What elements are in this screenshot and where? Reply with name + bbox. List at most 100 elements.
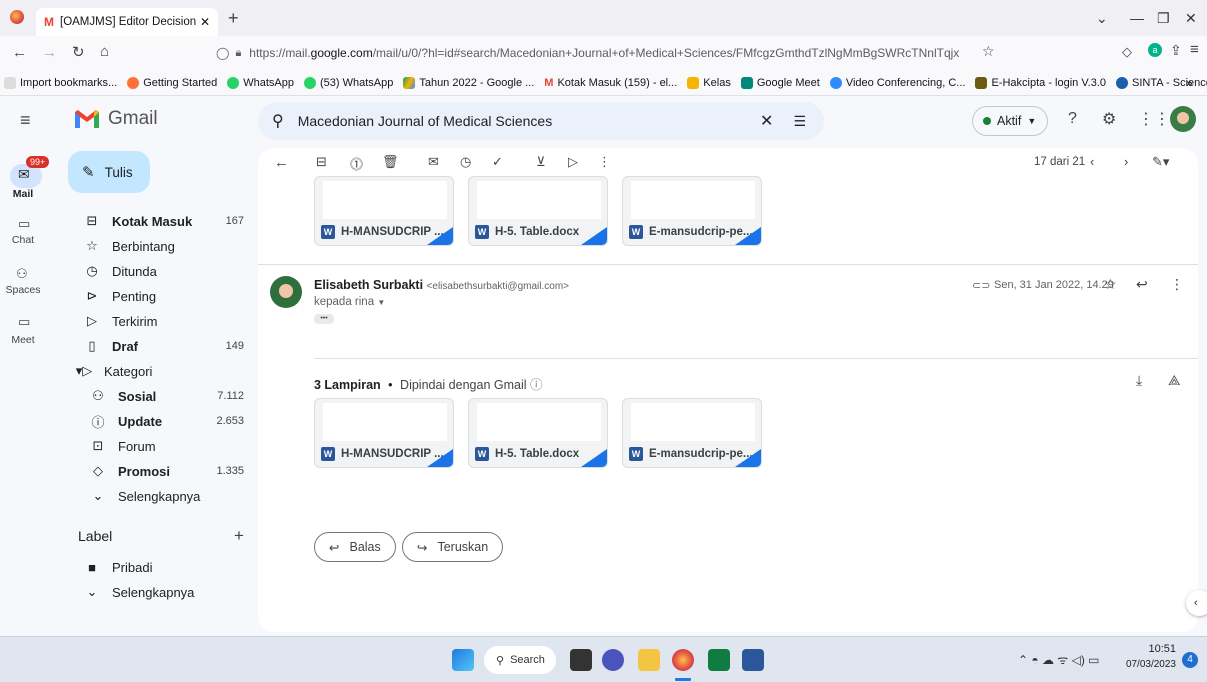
task-view-icon[interactable]	[570, 649, 592, 671]
sender-name[interactable]: Elisabeth Surbakti	[314, 278, 423, 292]
clear-search-icon[interactable]: ✕	[760, 111, 773, 131]
compose-button[interactable]: ✎ Tulis	[68, 151, 150, 193]
more-bookmarks-icon[interactable]: »	[1186, 76, 1193, 90]
input-tools-icon[interactable]: ✎▾	[1152, 154, 1169, 170]
bookmark-item[interactable]: WhatsApp	[227, 76, 294, 89]
main-menu-icon[interactable]: ≡	[20, 110, 31, 131]
tab-close-icon[interactable]: ✕	[200, 15, 210, 29]
reply-button[interactable]: ↩ Balas	[314, 532, 396, 562]
word-taskbar-icon[interactable]	[742, 649, 764, 671]
recipient-line[interactable]: kepada rina ▼	[314, 296, 385, 308]
bookmark-item[interactable]: Google Meet	[740, 76, 820, 89]
attachment-card[interactable]: W E-mansudcrip-pe...	[622, 398, 762, 468]
spaces-icon[interactable]: ⚇	[16, 266, 28, 282]
bookmark-item[interactable]: SINTA - Science and T...	[1116, 76, 1207, 89]
rail-meet-label[interactable]: Meet	[0, 334, 46, 346]
newer-icon[interactable]: ›	[1124, 154, 1128, 169]
search-input[interactable]: Macedonian Journal of Medical Sciences	[298, 113, 760, 129]
browser-tab[interactable]: M [OAMJMS] Editor Decision - elis ✕	[36, 8, 218, 36]
forward-button[interactable]: ↪ Teruskan	[402, 532, 504, 562]
menu-icon[interactable]: ≡	[1190, 41, 1199, 58]
attachment-card[interactable]: W E-mansudcrip-pe...	[622, 176, 762, 246]
rail-mail-label[interactable]: Mail	[0, 188, 46, 200]
nav-sent[interactable]: ▷ Terkirim	[74, 308, 244, 334]
label-personal[interactable]: ■ Pribadi	[74, 554, 244, 580]
firefox-icon[interactable]	[10, 10, 24, 24]
nav-categories[interactable]: ▾▷ Kategori	[66, 358, 236, 384]
pocket-icon[interactable]: ◇	[1122, 44, 1132, 60]
info-icon[interactable]: ⓘ	[530, 378, 543, 392]
window-close-icon[interactable]: ✕	[1185, 10, 1197, 27]
bookmark-item[interactable]: E-Hakcipta - login V.3.0	[975, 76, 1106, 89]
apps-grid-icon[interactable]: ⋮⋮	[1138, 109, 1170, 129]
attachment-card[interactable]: W H-MANSUDCRIP ...	[314, 398, 454, 468]
back-icon[interactable]: ←	[12, 44, 27, 61]
taskbar-search[interactable]: ⚲ Search	[484, 646, 556, 674]
lock-icon[interactable]: 🔒︎	[235, 47, 241, 60]
rail-chat-label[interactable]: Chat	[0, 234, 46, 246]
archive-icon[interactable]: ⊟	[316, 154, 327, 170]
labels-more[interactable]: ⌄ Selengkapnya	[74, 579, 244, 605]
file-explorer-icon[interactable]	[638, 649, 660, 671]
share-icon[interactable]: ⇪	[1170, 42, 1182, 59]
attachment-card[interactable]: W H-MANSUDCRIP ...	[314, 176, 454, 246]
nav-updates[interactable]: ⓘ Update 2.653	[80, 408, 244, 434]
windows-start-icon[interactable]	[452, 649, 474, 671]
search-options-icon[interactable]: ☰	[793, 113, 806, 130]
show-trimmed-button[interactable]: •••	[314, 314, 334, 324]
meet-icon[interactable]: ▭	[18, 314, 30, 330]
new-tab-icon[interactable]: +	[228, 8, 239, 29]
forward-icon[interactable]: →	[42, 44, 57, 61]
download-all-icon[interactable]: ⤓	[1136, 372, 1142, 389]
nav-forums[interactable]: ⊡ Forum	[80, 433, 244, 459]
rail-spaces-label[interactable]: Spaces	[0, 284, 46, 296]
label-as-icon[interactable]: ▷	[568, 154, 578, 170]
sender-avatar[interactable]	[270, 276, 302, 308]
tab-list-icon[interactable]: ⌄	[1096, 10, 1108, 27]
help-icon[interactable]: ?	[1068, 110, 1077, 128]
bookmark-item[interactable]: Video Conferencing, C...	[829, 76, 965, 89]
address-bar[interactable]: ◯ 🔒︎ https://mail. google.com/mail/u/0/?h…	[216, 40, 1006, 66]
system-tray-icons[interactable]: ⌃ ◓ ☁ ᯤ ◁) ▭	[1018, 651, 1100, 668]
nav-promotions[interactable]: ◇ Promosi 1.335	[80, 458, 244, 484]
home-icon[interactable]: ⌂	[100, 43, 109, 60]
minimize-icon[interactable]: —	[1130, 10, 1144, 26]
add-label-icon[interactable]: +	[234, 526, 244, 546]
firefox-taskbar-icon[interactable]	[672, 649, 694, 671]
excel-icon[interactable]	[708, 649, 730, 671]
attachment-card[interactable]: W H-5. Table.docx	[468, 176, 608, 246]
bookmark-item[interactable]: M Kotak Masuk (159) - el...	[544, 77, 677, 89]
clock-time[interactable]: 10:51	[1130, 643, 1176, 655]
back-to-list-icon[interactable]: ←	[274, 154, 289, 171]
bookmark-item[interactable]: Import bookmarks...	[4, 76, 117, 89]
notification-badge[interactable]: 4	[1182, 652, 1198, 668]
star-message-icon[interactable]: ☆	[1104, 276, 1117, 293]
report-spam-icon[interactable]: ⓵	[350, 154, 363, 173]
chat-icon[interactable]: ▭	[18, 216, 30, 232]
side-panel-toggle-icon[interactable]: ‹	[1186, 590, 1207, 616]
nav-more[interactable]: ⌄ Selengkapnya	[80, 483, 244, 509]
move-to-icon[interactable]: ⊻	[536, 154, 546, 170]
add-task-icon[interactable]: ✓	[492, 154, 503, 170]
snooze-icon[interactable]: ◷	[460, 154, 471, 170]
account-avatar[interactable]	[1170, 106, 1196, 132]
delete-icon[interactable]: 🗑︎	[382, 154, 399, 170]
extension-icon[interactable]: a	[1148, 43, 1162, 57]
clock-date[interactable]: 07/03/2023	[1116, 659, 1176, 670]
bookmark-item[interactable]: Kelas	[687, 76, 731, 89]
nav-social[interactable]: ⚇ Sosial 7.112	[80, 383, 244, 409]
message-more-icon[interactable]: ⋮	[1170, 276, 1184, 293]
attachment-card[interactable]: W H-5. Table.docx	[468, 398, 608, 468]
reply-icon[interactable]: ↩	[1136, 276, 1148, 293]
older-icon[interactable]: ‹	[1090, 154, 1094, 169]
search-bar[interactable]: ⚲ Macedonian Journal of Medical Sciences…	[258, 102, 824, 140]
status-dropdown[interactable]: Aktif ▼	[972, 106, 1048, 136]
nav-important[interactable]: ⊳ Penting	[74, 283, 244, 309]
search-icon[interactable]: ⚲	[272, 111, 284, 131]
bookmark-item[interactable]: Getting Started	[127, 76, 217, 89]
reload-icon[interactable]: ↻	[72, 43, 85, 61]
chat-app-icon[interactable]	[602, 649, 624, 671]
tracking-shield-icon[interactable]: ◯	[216, 46, 229, 60]
settings-icon[interactable]: ⚙	[1102, 109, 1116, 129]
bookmark-item[interactable]: (53) WhatsApp	[303, 76, 393, 89]
